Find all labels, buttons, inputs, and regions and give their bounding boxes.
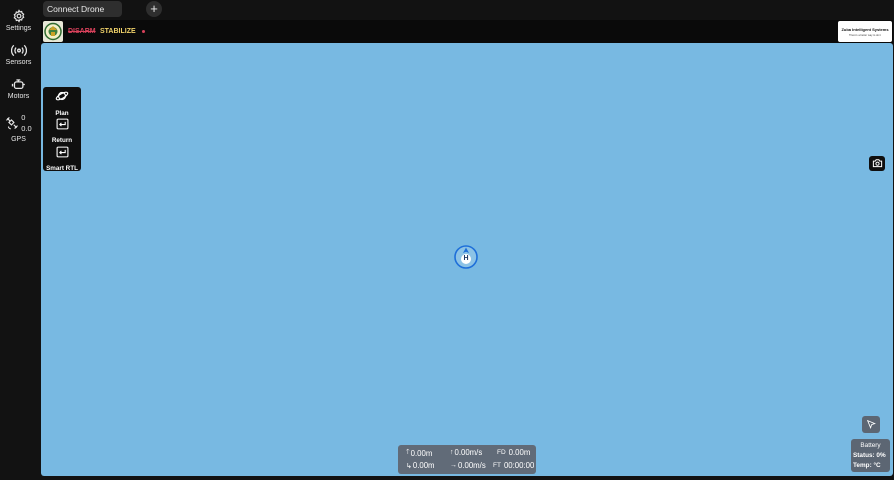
app-root: Settings Sensors Motors 0 0.0 GPS Connec… [0,0,894,480]
battery-title: Battery [860,442,881,449]
disarm-button[interactable]: DISARM [68,28,96,35]
add-tab-button[interactable]: + [146,1,162,17]
planet-icon [55,89,69,108]
turn-arrow-icon: ↳ [406,462,412,470]
sidebar-item-label: GPS [11,136,26,143]
arrow-right-icon: → [450,462,457,469]
sidebar-item-label: Settings [5,25,32,32]
camera-icon [872,155,883,173]
home-marker-label: H [463,254,469,262]
battery-status: Status: 0% [853,452,886,459]
telemetry-panel: 🡑 0.00m ↑ 0.00m/s FD 0.00m ↳ 0.00m → 0.0… [398,445,536,474]
sidebar: Settings Sensors Motors 0 0.0 GPS [0,0,37,480]
vertical-speed-readout: ↑ 0.00m/s [450,448,483,457]
sidebar-item-settings[interactable]: Settings [0,9,37,32]
tab-connect-drone[interactable]: Connect Drone [43,1,122,17]
gps-hdop: 0.0 [21,124,32,133]
pointer-tool-button[interactable] [862,416,880,433]
distance-home-readout: ↳ 0.00m [406,461,435,470]
plan-button[interactable]: Plan [43,89,81,117]
smart-rtl-button[interactable]: Smart RTL [43,145,81,172]
ground-speed-readout: → 0.00m/s [450,461,486,470]
return-icon [56,145,69,163]
satellite-icon [5,116,19,130]
brand-name: Zuba Intelligent Systems [841,27,889,32]
arrow-up-icon: 🡑 [406,449,410,456]
status-bar: DISARM STABILIZE Zuba Intelligent System… [41,20,893,43]
status-indicator-dot [142,30,145,33]
return-label: Return [51,137,73,144]
flight-mode-selector[interactable]: STABILIZE [100,28,136,35]
flight-time-readout: FT 00:00:00 [493,461,535,470]
sidebar-item-label: Motors [7,93,30,100]
battery-temp: Temp: °C [853,462,881,469]
home-marker[interactable]: H [454,245,478,269]
sidebar-item-sensors[interactable]: Sensors [0,44,37,66]
fd-readout: FD 0.00m [497,448,531,457]
action-panel: Plan Return Smart RTL [43,87,81,172]
cursor-icon [866,416,876,434]
plan-label: Plan [55,110,69,117]
brand-logo: Zuba Intelligent Systems There's a bette… [838,21,892,42]
sidebar-item-gps[interactable]: 0 0.0 GPS [0,112,37,143]
camera-button[interactable] [869,156,885,171]
tab-bar: Connect Drone + [41,0,894,18]
altitude-readout: 🡑 0.00m [406,449,433,458]
app-logo [43,21,63,42]
gps-satellite-count: 0 [21,113,26,122]
return-button[interactable]: Return [43,117,81,144]
gear-icon [12,9,26,23]
sidebar-item-label: Sensors [5,59,32,66]
arrow-up-thin-icon: ↑ [450,449,454,456]
plus-icon: + [150,1,158,16]
signal-icon [10,44,27,57]
gps-readout: 0 0.0 [5,112,32,134]
smart-rtl-label: Smart RTL [46,165,78,172]
return-icon [56,117,69,135]
motor-icon [11,78,27,91]
sidebar-item-motors[interactable]: Motors [0,78,37,100]
battery-panel: Battery Status: 0% Temp: °C [851,439,890,472]
brand-tagline: There's a better way to do it [849,34,881,37]
